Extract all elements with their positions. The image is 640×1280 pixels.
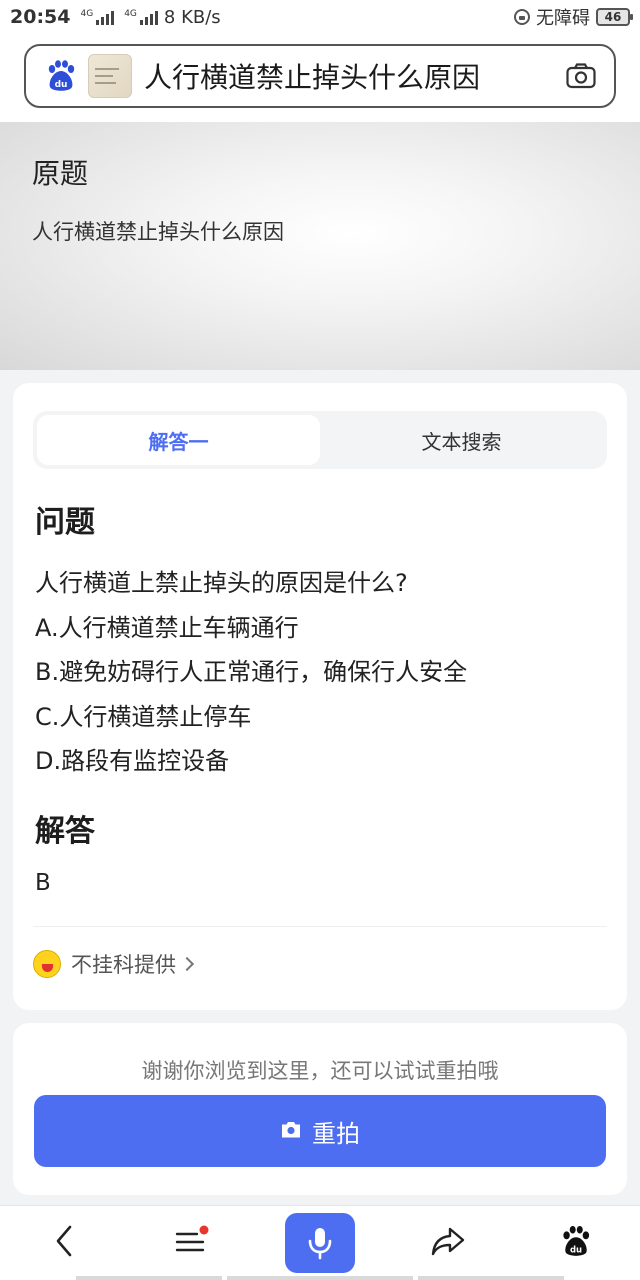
home-indicator-segment (227, 1276, 413, 1280)
network-type-2: 4G (124, 9, 137, 19)
network-speed: 8 KB/s (163, 6, 221, 28)
status-time: 20:54 (10, 6, 71, 28)
menu-icon (173, 1225, 211, 1261)
back-icon (53, 1224, 75, 1262)
answer-card: 解答一 文本搜索 问题 人行横道上禁止掉头的原因是什么? A.人行横道禁止车辆通… (13, 383, 627, 1010)
nav-voice[interactable] (256, 1206, 384, 1280)
home-indicator-segment (418, 1276, 564, 1280)
network-type-1: 4G (80, 9, 94, 19)
search-header: du 人行横道禁止掉头什么原因 (0, 34, 640, 122)
share-icon (430, 1225, 466, 1261)
original-question-panel: 原题 人行横道禁止掉头什么原因 (0, 122, 640, 370)
search-query[interactable]: 人行横道禁止掉头什么原因 (144, 56, 566, 96)
nav-baidu-home[interactable]: du (512, 1206, 640, 1280)
status-bar: 20:54 4G 4G 8 KB/s 无障碍 46 (0, 0, 640, 34)
nav-share[interactable] (384, 1206, 512, 1280)
tab-bar: 解答一 文本搜索 (33, 411, 607, 469)
camera-icon (280, 1117, 302, 1145)
status-left: 20:54 4G 4G 8 KB/s (10, 6, 221, 28)
provider-label: 不挂科提供 (71, 952, 176, 977)
signal-icon-2: 4G (124, 9, 158, 25)
query-image-thumbnail[interactable] (88, 54, 132, 98)
question-body: 人行横道上禁止掉头的原因是什么? A.人行横道禁止车辆通行 B.避免妨碍行人正常… (35, 561, 607, 784)
provider-link[interactable]: 不挂科提供 (33, 949, 607, 979)
camera-icon[interactable] (566, 63, 596, 89)
question-line: 人行横道上禁止掉头的原因是什么? (35, 569, 408, 597)
svg-text:du: du (570, 1244, 582, 1254)
baidu-logo-icon: du (44, 59, 78, 93)
original-text: 人行横道禁止掉头什么原因 (32, 220, 284, 244)
chevron-right-icon (179, 956, 195, 971)
option-b: B.避免妨碍行人正常通行，确保行人安全 (35, 658, 468, 686)
tab-text-search[interactable]: 文本搜索 (320, 415, 603, 465)
status-right: 无障碍 46 (514, 4, 633, 30)
question-heading: 问题 (35, 505, 95, 540)
home-indicator-segment (76, 1276, 222, 1280)
baidu-paw-icon: du (560, 1225, 592, 1261)
provider-avatar (33, 949, 61, 978)
svg-text:du: du (55, 80, 68, 90)
option-a: A.人行横道禁止车辆通行 (35, 613, 299, 642)
retake-label: 重拍 (312, 1119, 360, 1148)
option-c: C.人行横道禁止停车 (35, 702, 252, 731)
battery-icon: 46 (596, 8, 633, 26)
search-bar[interactable]: du 人行横道禁止掉头什么原因 (24, 44, 616, 108)
accessibility-label: 无障碍 (536, 8, 590, 29)
divider (33, 925, 607, 927)
tab-answer-one[interactable]: 解答一 (37, 415, 320, 465)
mic-icon (308, 1228, 332, 1260)
answer-value: B (35, 869, 51, 896)
mic-button[interactable] (285, 1213, 355, 1273)
lock-icon (514, 9, 530, 25)
signal-icon: 4G (80, 9, 115, 25)
answer-heading: 解答 (35, 813, 95, 849)
nav-menu[interactable] (128, 1206, 256, 1280)
bottom-nav: du (0, 1205, 640, 1280)
retake-button[interactable]: 重拍 (34, 1095, 606, 1167)
retake-card: 谢谢你浏览到这里，还可以试试重拍哦 重拍 (13, 1023, 627, 1195)
retake-hint: 谢谢你浏览到这里，还可以试试重拍哦 (141, 1059, 499, 1083)
option-d: D.路段有监控设备 (35, 747, 230, 775)
original-title: 原题 (32, 157, 89, 190)
battery-level: 46 (604, 10, 622, 24)
nav-back[interactable] (0, 1206, 128, 1280)
